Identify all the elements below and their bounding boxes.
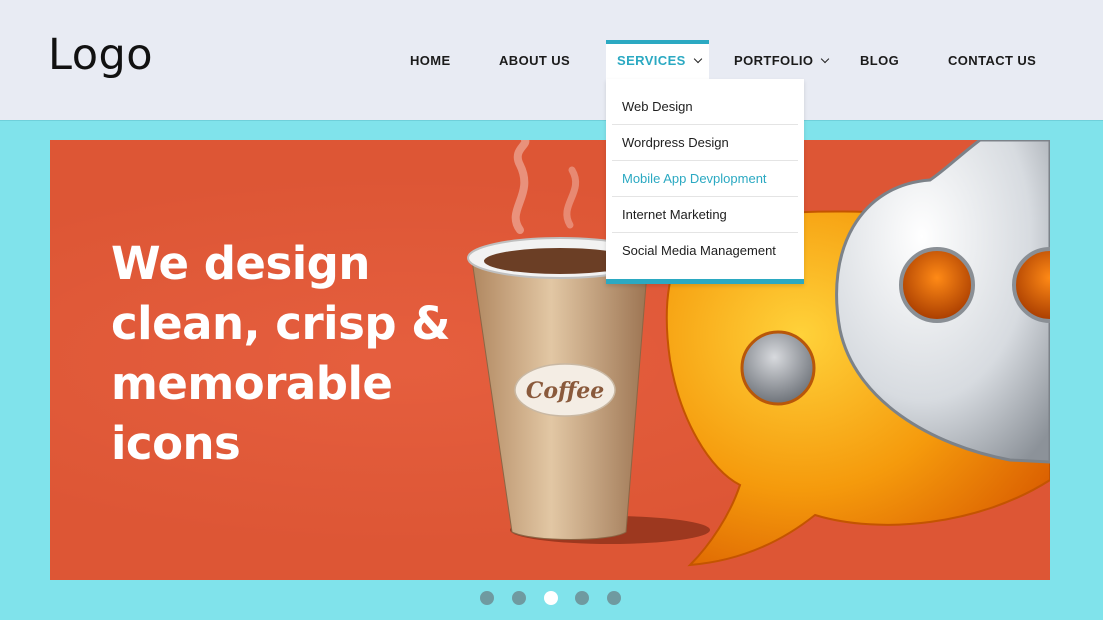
chat-dot-shape [740,330,816,406]
nav-about-us-label: ABOUT US [499,53,571,68]
headline-line: We design [111,237,370,290]
nav-portfolio-label: PORTFOLIO [734,53,814,68]
slide-dot-3[interactable] [544,591,558,605]
headline-line: memorable [111,357,393,410]
chevron-down-icon [821,54,830,64]
chevron-down-icon [693,54,702,64]
headline-line: clean, crisp & [111,297,450,350]
nav-contact-us[interactable]: CONTACT US [948,40,1036,79]
main-nav: HOME ABOUT US SERVICES PORTFOLIO BLOG CO… [0,40,1103,79]
nav-home[interactable]: HOME [410,40,451,79]
hero-headline: We design clean, crisp & memorable icons [111,234,451,474]
slide-dot-4[interactable] [575,591,589,605]
slide-dot-5[interactable] [607,591,621,605]
hero-slider: Coffee We design clean, crisp & memorabl… [50,140,1050,580]
nav-home-label: HOME [410,53,451,68]
nav-about-us[interactable]: ABOUT US [499,40,570,79]
menu-item-wordpress-design[interactable]: Wordpress Design [612,125,798,161]
nav-blog-label: BLOG [860,53,900,68]
menu-item-internet-marketing[interactable]: Internet Marketing [612,197,798,233]
nav-services[interactable]: SERVICES [606,40,709,79]
slider-pagination [0,591,1103,607]
slide-dot-2[interactable] [512,591,526,605]
steam-shape [563,166,580,229]
site-header: Logo HOME ABOUT US SERVICES PORTFOLIO BL… [0,0,1103,121]
slide-dot-1[interactable] [480,591,494,605]
steam-shape [511,140,530,234]
nav-services-label: SERVICES [617,53,686,68]
services-dropdown-menu: Web Design Wordpress Design Mobile App D… [606,79,804,284]
menu-item-social-media-management[interactable]: Social Media Management [612,233,798,269]
nav-contact-us-label: CONTACT US [948,53,1037,68]
menu-item-web-design[interactable]: Web Design [612,89,798,125]
chat-dot-shape [899,247,975,323]
menu-item-mobile-app-development[interactable]: Mobile App Devplopment [612,161,798,197]
nav-blog[interactable]: BLOG [860,40,899,79]
nav-portfolio[interactable]: PORTFOLIO [734,40,830,79]
headline-line: icons [111,417,241,470]
cup-label-text: Coffee [526,378,604,404]
